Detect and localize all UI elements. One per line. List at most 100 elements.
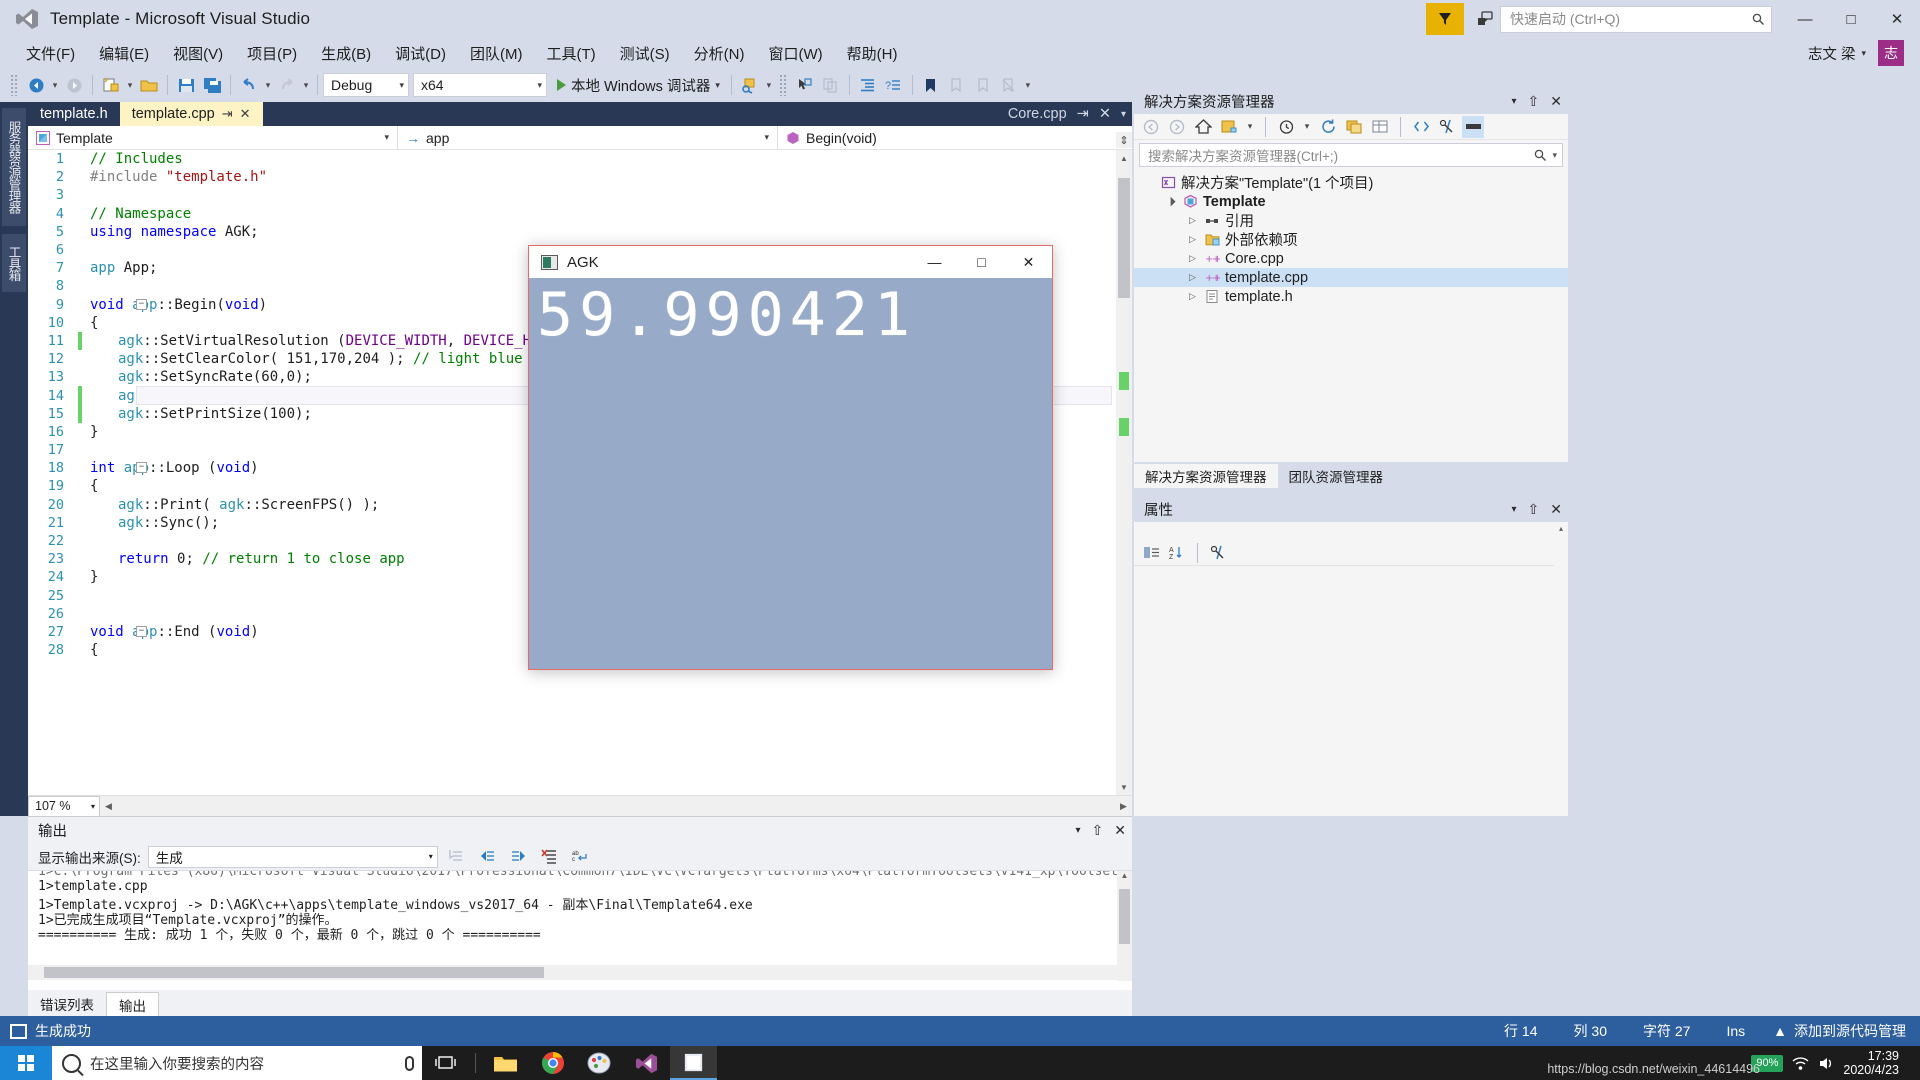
agk-close-button[interactable]: ✕ (1005, 246, 1052, 278)
taskbar-clock[interactable]: 17:39 2020/4/23 (1843, 1049, 1899, 1078)
open-file-icon[interactable] (136, 72, 162, 98)
collapsed-twisty-icon[interactable]: ▷ (1186, 234, 1199, 245)
code-line[interactable]: 2 #include "template.h" (28, 168, 1132, 186)
bookmark-icon[interactable] (918, 72, 944, 98)
code-line[interactable]: 4 // Namespace (28, 205, 1132, 223)
close-icon[interactable]: ✕ (1099, 106, 1111, 122)
menu-item-3[interactable]: 项目(P) (235, 40, 309, 67)
scroll-up-icon[interactable]: ▲ (1117, 871, 1132, 880)
microphone-icon[interactable] (405, 1055, 414, 1071)
collapsed-twisty-icon[interactable]: ▷ (1186, 291, 1199, 302)
next-message-icon[interactable] (507, 845, 531, 869)
menu-item-5[interactable]: 调试(D) (383, 40, 458, 67)
menu-item-11[interactable]: 帮助(H) (835, 40, 910, 67)
tree-item-2[interactable]: ▷ 引用 (1134, 211, 1568, 230)
tab-list-chevron-down-icon[interactable]: ▾ (1121, 109, 1126, 120)
task-view-icon[interactable] (422, 1046, 469, 1080)
code-line[interactable]: 5 using namespace AGK; (28, 223, 1132, 241)
tab-output[interactable]: 输出 (106, 992, 159, 1016)
undo-chevron-down-icon[interactable]: ▾ (262, 72, 274, 98)
toggle-word-wrap-icon[interactable]: ab c (569, 845, 593, 869)
scroll-up-icon[interactable]: ▲ (1116, 150, 1132, 166)
add-to-source-control-button[interactable]: ▲ 添加到源代码管理 (1763, 1021, 1920, 1041)
tree-item-1[interactable]: ◢ Template (1134, 192, 1568, 211)
tab-template-h[interactable]: template.h (28, 102, 120, 126)
class-dropdown[interactable]: → app ▾ (398, 125, 778, 150)
menu-item-6[interactable]: 团队(M) (458, 40, 535, 67)
attach-to-process-icon[interactable] (737, 72, 763, 98)
scroll-right-icon[interactable]: ▶ (1115, 796, 1132, 817)
navigate-backward-icon[interactable] (23, 72, 49, 98)
agk-minimize-button[interactable]: — (911, 246, 958, 278)
collapsed-twisty-icon[interactable]: ▷ (1186, 215, 1199, 226)
comment-icon[interactable]: ? (881, 72, 907, 98)
categorized-view-icon[interactable] (1140, 542, 1162, 564)
quick-launch-input[interactable]: 快速启动 (Ctrl+Q) (1500, 5, 1772, 33)
volume-icon[interactable] (1818, 1056, 1834, 1071)
tree-item-0[interactable]: 解决方案"Template"(1 个项目) (1134, 173, 1568, 192)
paint-icon[interactable] (576, 1046, 623, 1080)
view-code-icon[interactable] (1436, 116, 1458, 138)
properties-toggle-icon[interactable] (1462, 115, 1484, 138)
tab-error-list[interactable]: 错误列表 (28, 992, 106, 1016)
tree-item-6[interactable]: ▷ template.h (1134, 287, 1568, 306)
close-icon[interactable]: ✕ (1550, 93, 1562, 110)
pending-changes-icon[interactable] (1275, 116, 1297, 138)
solution-explorer-search-input[interactable]: 搜索解决方案资源管理器(Ctrl+;) ▾ (1139, 143, 1563, 167)
pin-icon[interactable]: ⇥ (1077, 106, 1089, 122)
fold-toggle-icon[interactable]: − (136, 462, 147, 474)
chevron-down-icon[interactable]: ▾ (1512, 504, 1517, 515)
properties-window-icon[interactable] (1369, 116, 1391, 138)
feedback-funnel-icon[interactable] (1426, 3, 1464, 35)
close-button[interactable]: ✕ (1874, 0, 1920, 38)
tab-team-explorer[interactable]: 团队资源管理器 (1278, 464, 1395, 488)
minimize-button[interactable]: — (1782, 0, 1828, 38)
menu-item-0[interactable]: 文件(F) (14, 40, 87, 67)
vscode-icon[interactable] (623, 1046, 670, 1080)
notification-icon[interactable] (1470, 3, 1500, 35)
new-project-chevron-down-icon[interactable]: ▾ (124, 72, 136, 98)
show-desktop-button[interactable] (1908, 1046, 1914, 1080)
output-source-dropdown[interactable]: 生成 ▾ (147, 845, 438, 868)
scroll-up-icon[interactable]: ▴ (1554, 522, 1568, 533)
close-icon[interactable]: ✕ (1114, 822, 1126, 839)
chevron-down-icon[interactable]: ▾ (1076, 825, 1081, 836)
previous-message-icon[interactable] (476, 845, 500, 869)
collapsed-twisty-icon[interactable]: ▷ (1186, 253, 1199, 264)
fold-toggle-icon[interactable]: − (136, 625, 147, 637)
pending-changes-chevron-down-icon[interactable]: ▾ (1301, 114, 1313, 140)
avatar[interactable]: 志 (1878, 40, 1904, 66)
agk-maximize-button[interactable]: □ (958, 246, 1005, 278)
editor-vertical-scrollbar[interactable]: ▲ ▼ (1116, 150, 1132, 795)
scrollbar-thumb[interactable] (44, 967, 544, 978)
code-line[interactable]: 3 (28, 186, 1132, 204)
clear-output-icon[interactable] (538, 845, 562, 869)
alphabetical-view-icon[interactable]: AZ (1166, 542, 1188, 564)
solution-configuration-dropdown[interactable]: Debug ▾ (323, 73, 409, 97)
project-dropdown[interactable]: Template ▾ (28, 125, 398, 150)
menu-item-2[interactable]: 视图(V) (161, 40, 235, 67)
new-project-icon[interactable] (98, 72, 124, 98)
close-icon[interactable]: ✕ (240, 106, 251, 122)
solution-tree[interactable]: 解决方案"Template"(1 个项目) ◢ Template ▷ 引用 ▷ 外部依赖项 ▷… (1134, 170, 1568, 306)
pin-icon[interactable]: ⇧ (1092, 822, 1104, 839)
account-chevron-down-icon[interactable]: ▾ (1861, 48, 1866, 59)
zoom-level-dropdown[interactable]: 107 % ▾ (28, 795, 100, 817)
horizontal-scroll-track[interactable] (117, 795, 1115, 817)
chevron-down-icon[interactable]: ▾ (715, 80, 720, 91)
collapse-all-icon[interactable] (1343, 116, 1365, 138)
tree-item-4[interactable]: ▷ ++ + Core.cpp (1134, 249, 1568, 268)
tab-template-cpp[interactable]: template.cpp ⇥ ✕ (119, 102, 263, 126)
output-horizontal-scrollbar[interactable] (28, 965, 1132, 980)
menu-item-9[interactable]: 分析(N) (682, 40, 757, 67)
save-all-icon[interactable] (199, 72, 225, 98)
expanded-twisty-icon[interactable]: ◢ (1162, 193, 1179, 210)
navigate-backward-chevron-down-icon[interactable]: ▾ (49, 72, 61, 98)
property-pages-icon[interactable] (1207, 542, 1229, 564)
properties-scrollbar[interactable]: ▴ (1554, 522, 1568, 816)
sidebar-item-server-explorer[interactable]: 服务器资源管理器 (2, 108, 26, 226)
network-icon[interactable] (1792, 1056, 1809, 1071)
menu-item-4[interactable]: 生成(B) (309, 40, 383, 67)
file-explorer-icon[interactable] (482, 1046, 529, 1080)
code-line[interactable]: 1 // Includes (28, 150, 1132, 168)
